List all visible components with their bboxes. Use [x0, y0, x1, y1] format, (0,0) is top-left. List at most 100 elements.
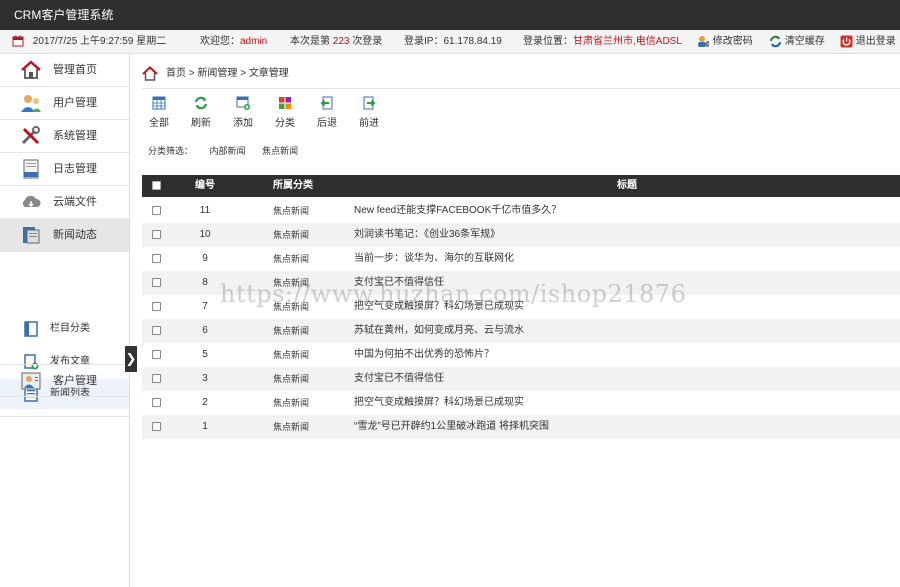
forward-label: 前进	[359, 118, 379, 129]
row-checkbox[interactable]	[152, 223, 161, 247]
back-button[interactable]: 后退	[310, 96, 344, 129]
welcome-prefix: 欢迎您：	[200, 36, 240, 47]
row-title-link[interactable]: 当前一步：谈华为、海尔的互联网化	[354, 247, 514, 271]
sidebar-item-label: 日志管理	[53, 163, 97, 175]
row-id: 11	[199, 205, 211, 216]
row-category: 焦点新闻	[273, 302, 310, 312]
row-id: 5	[202, 349, 208, 360]
category-filter: 分类筛选： 内部新闻 焦点新闻	[148, 144, 312, 157]
table-row[interactable]: 2 焦点新闻 把空气变成触摸屏？科幻场景已成现实	[142, 391, 900, 415]
row-checkbox[interactable]	[152, 367, 161, 391]
row-id: 6	[202, 325, 208, 336]
row-title-link[interactable]: 苏轼在黄州，如何变成月亮、云与流水	[354, 319, 524, 343]
row-id: 2	[202, 397, 208, 408]
row-title-link[interactable]: 刘润读书笔记：《创业36条军规》	[354, 223, 500, 247]
category-icon	[24, 321, 38, 337]
app-title: CRM客户管理系统	[14, 8, 114, 22]
row-category: 焦点新闻	[273, 326, 310, 336]
add-button[interactable]: 添加	[226, 96, 260, 129]
row-category: 焦点新闻	[273, 230, 310, 240]
row-title-link[interactable]: 中国为何拍不出优秀的恐怖片？	[354, 343, 494, 367]
row-checkbox[interactable]	[152, 295, 161, 319]
tools-icon	[21, 126, 40, 145]
filter-option-focus[interactable]: 焦点新闻	[262, 146, 298, 156]
sidebar-item-system[interactable]: 系统管理	[0, 120, 129, 153]
row-checkbox[interactable]	[152, 271, 161, 295]
sidebar-item-label: 管理首页	[53, 64, 97, 76]
category-label: 分类	[275, 118, 295, 129]
app-title-bar: CRM客户管理系统	[0, 0, 900, 30]
select-all-checkbox[interactable]	[152, 175, 161, 197]
sidebar-item-home[interactable]: 管理首页	[0, 54, 129, 87]
power-icon	[840, 35, 853, 48]
logout-label: 退出登录	[855, 36, 896, 47]
header-title: 标题	[617, 180, 637, 191]
change-password-link[interactable]: 修改密码	[697, 30, 753, 54]
sidebar-item-users[interactable]: 用户管理	[0, 87, 129, 120]
row-checkbox[interactable]	[152, 343, 161, 367]
login-count-prefix: 本次是第	[290, 36, 330, 47]
breadcrumb-level1[interactable]: 新闻管理	[197, 68, 237, 79]
users-icon	[21, 95, 41, 112]
row-category: 焦点新闻	[273, 398, 310, 408]
ip-value: 61.178.84.19	[443, 36, 502, 47]
row-checkbox[interactable]	[152, 391, 161, 415]
row-id: 10	[199, 229, 211, 240]
row-id: 8	[202, 277, 208, 288]
login-ip: 登录IP：61.178.84.19	[404, 30, 502, 54]
table-row[interactable]: 3 焦点新闻 支付宝已不值得信任	[142, 367, 900, 391]
sidebar-item-news[interactable]: 新闻动态	[0, 219, 129, 252]
table-row[interactable]: 11 焦点新闻 New feed还能支撑FACEBOOK千亿市值多久？	[142, 199, 900, 223]
row-category: 焦点新闻	[273, 254, 310, 264]
news-submenu: 栏目分类 发布文章 新闻列表	[0, 307, 129, 417]
row-title-link[interactable]: “雪龙”号已开辟约1公里破冰跑道 将择机突围	[354, 415, 549, 439]
breadcrumb-trail: 首页 > 新闻管理 > 文章管理	[166, 64, 289, 84]
row-title-link[interactable]: 把空气变成触摸屏？科幻场景已成现实	[354, 391, 524, 415]
filter-option-internal[interactable]: 内部新闻	[210, 146, 246, 156]
row-title-link[interactable]: 把空气变成触摸屏？科幻场景已成现实	[354, 295, 524, 319]
clear-cache-link[interactable]: 清空缓存	[769, 30, 825, 54]
refresh-button[interactable]: 刷新	[184, 96, 218, 129]
sidebar-item-label: 系统管理	[53, 130, 97, 142]
table-row[interactable]: 1 焦点新闻 “雪龙”号已开辟约1公里破冰跑道 将择机突围	[142, 415, 900, 439]
calendar-icon	[12, 35, 24, 47]
location-value: 甘肃省兰州市,电信ADSL	[573, 36, 682, 47]
table-row[interactable]: 6 焦点新闻 苏轼在黄州，如何变成月亮、云与流水	[142, 319, 900, 343]
sidebar-subitem-label: 栏目分类	[50, 323, 90, 334]
sidebar-collapse-toggle[interactable]: ❯	[125, 346, 137, 372]
table-row[interactable]: 8 焦点新闻 支付宝已不值得信任	[142, 271, 900, 295]
row-title-link[interactable]: 支付宝已不值得信任	[354, 367, 444, 391]
table-row[interactable]: 10 焦点新闻 刘润读书笔记：《创业36条军规》	[142, 223, 900, 247]
login-location: 登录位置：甘肃省兰州市,电信ADSL	[523, 30, 682, 54]
all-label: 全部	[149, 118, 169, 129]
row-checkbox[interactable]	[152, 247, 161, 271]
row-category: 焦点新闻	[273, 422, 310, 432]
row-category: 焦点新闻	[273, 278, 310, 288]
sidebar-item-log[interactable]: 日志管理	[0, 153, 129, 186]
table-row[interactable]: 5 焦点新闻 中国为何拍不出优秀的恐怖片？	[142, 343, 900, 367]
row-category: 焦点新闻	[273, 374, 310, 384]
login-count-number: 223	[332, 36, 350, 47]
category-button[interactable]: 分类	[268, 96, 302, 129]
sidebar-item-cloud[interactable]: 云端文件	[0, 186, 129, 219]
log-icon	[23, 159, 39, 179]
datetime: 2017/7/25 上午9:27:59 星期二	[12, 30, 166, 54]
sidebar-subitem-category[interactable]: 栏目分类	[0, 314, 129, 344]
sidebar-item-customer[interactable]: 客户管理	[0, 364, 129, 397]
sidebar-item-label: 用户管理	[53, 97, 97, 109]
row-title-link[interactable]: 支付宝已不值得信任	[354, 271, 444, 295]
table-row[interactable]: 7 焦点新闻 把空气变成触摸屏？科幻场景已成现实	[142, 295, 900, 319]
row-title-link[interactable]: New feed还能支撑FACEBOOK千亿市值多久？	[354, 199, 561, 223]
breadcrumb-home[interactable]: 首页	[166, 68, 186, 79]
forward-button[interactable]: 前进	[352, 96, 386, 129]
row-checkbox[interactable]	[152, 415, 161, 439]
all-button[interactable]: 全部	[142, 96, 176, 129]
welcome-text: 欢迎您：admin	[200, 30, 267, 54]
row-checkbox[interactable]	[152, 199, 161, 223]
row-checkbox[interactable]	[152, 319, 161, 343]
header-id: 编号	[195, 180, 215, 191]
logout-link[interactable]: 退出登录	[840, 30, 896, 54]
grid-icon	[152, 96, 166, 110]
table-row[interactable]: 9 焦点新闻 当前一步：谈华为、海尔的互联网化	[142, 247, 900, 271]
news-icon	[23, 227, 40, 244]
